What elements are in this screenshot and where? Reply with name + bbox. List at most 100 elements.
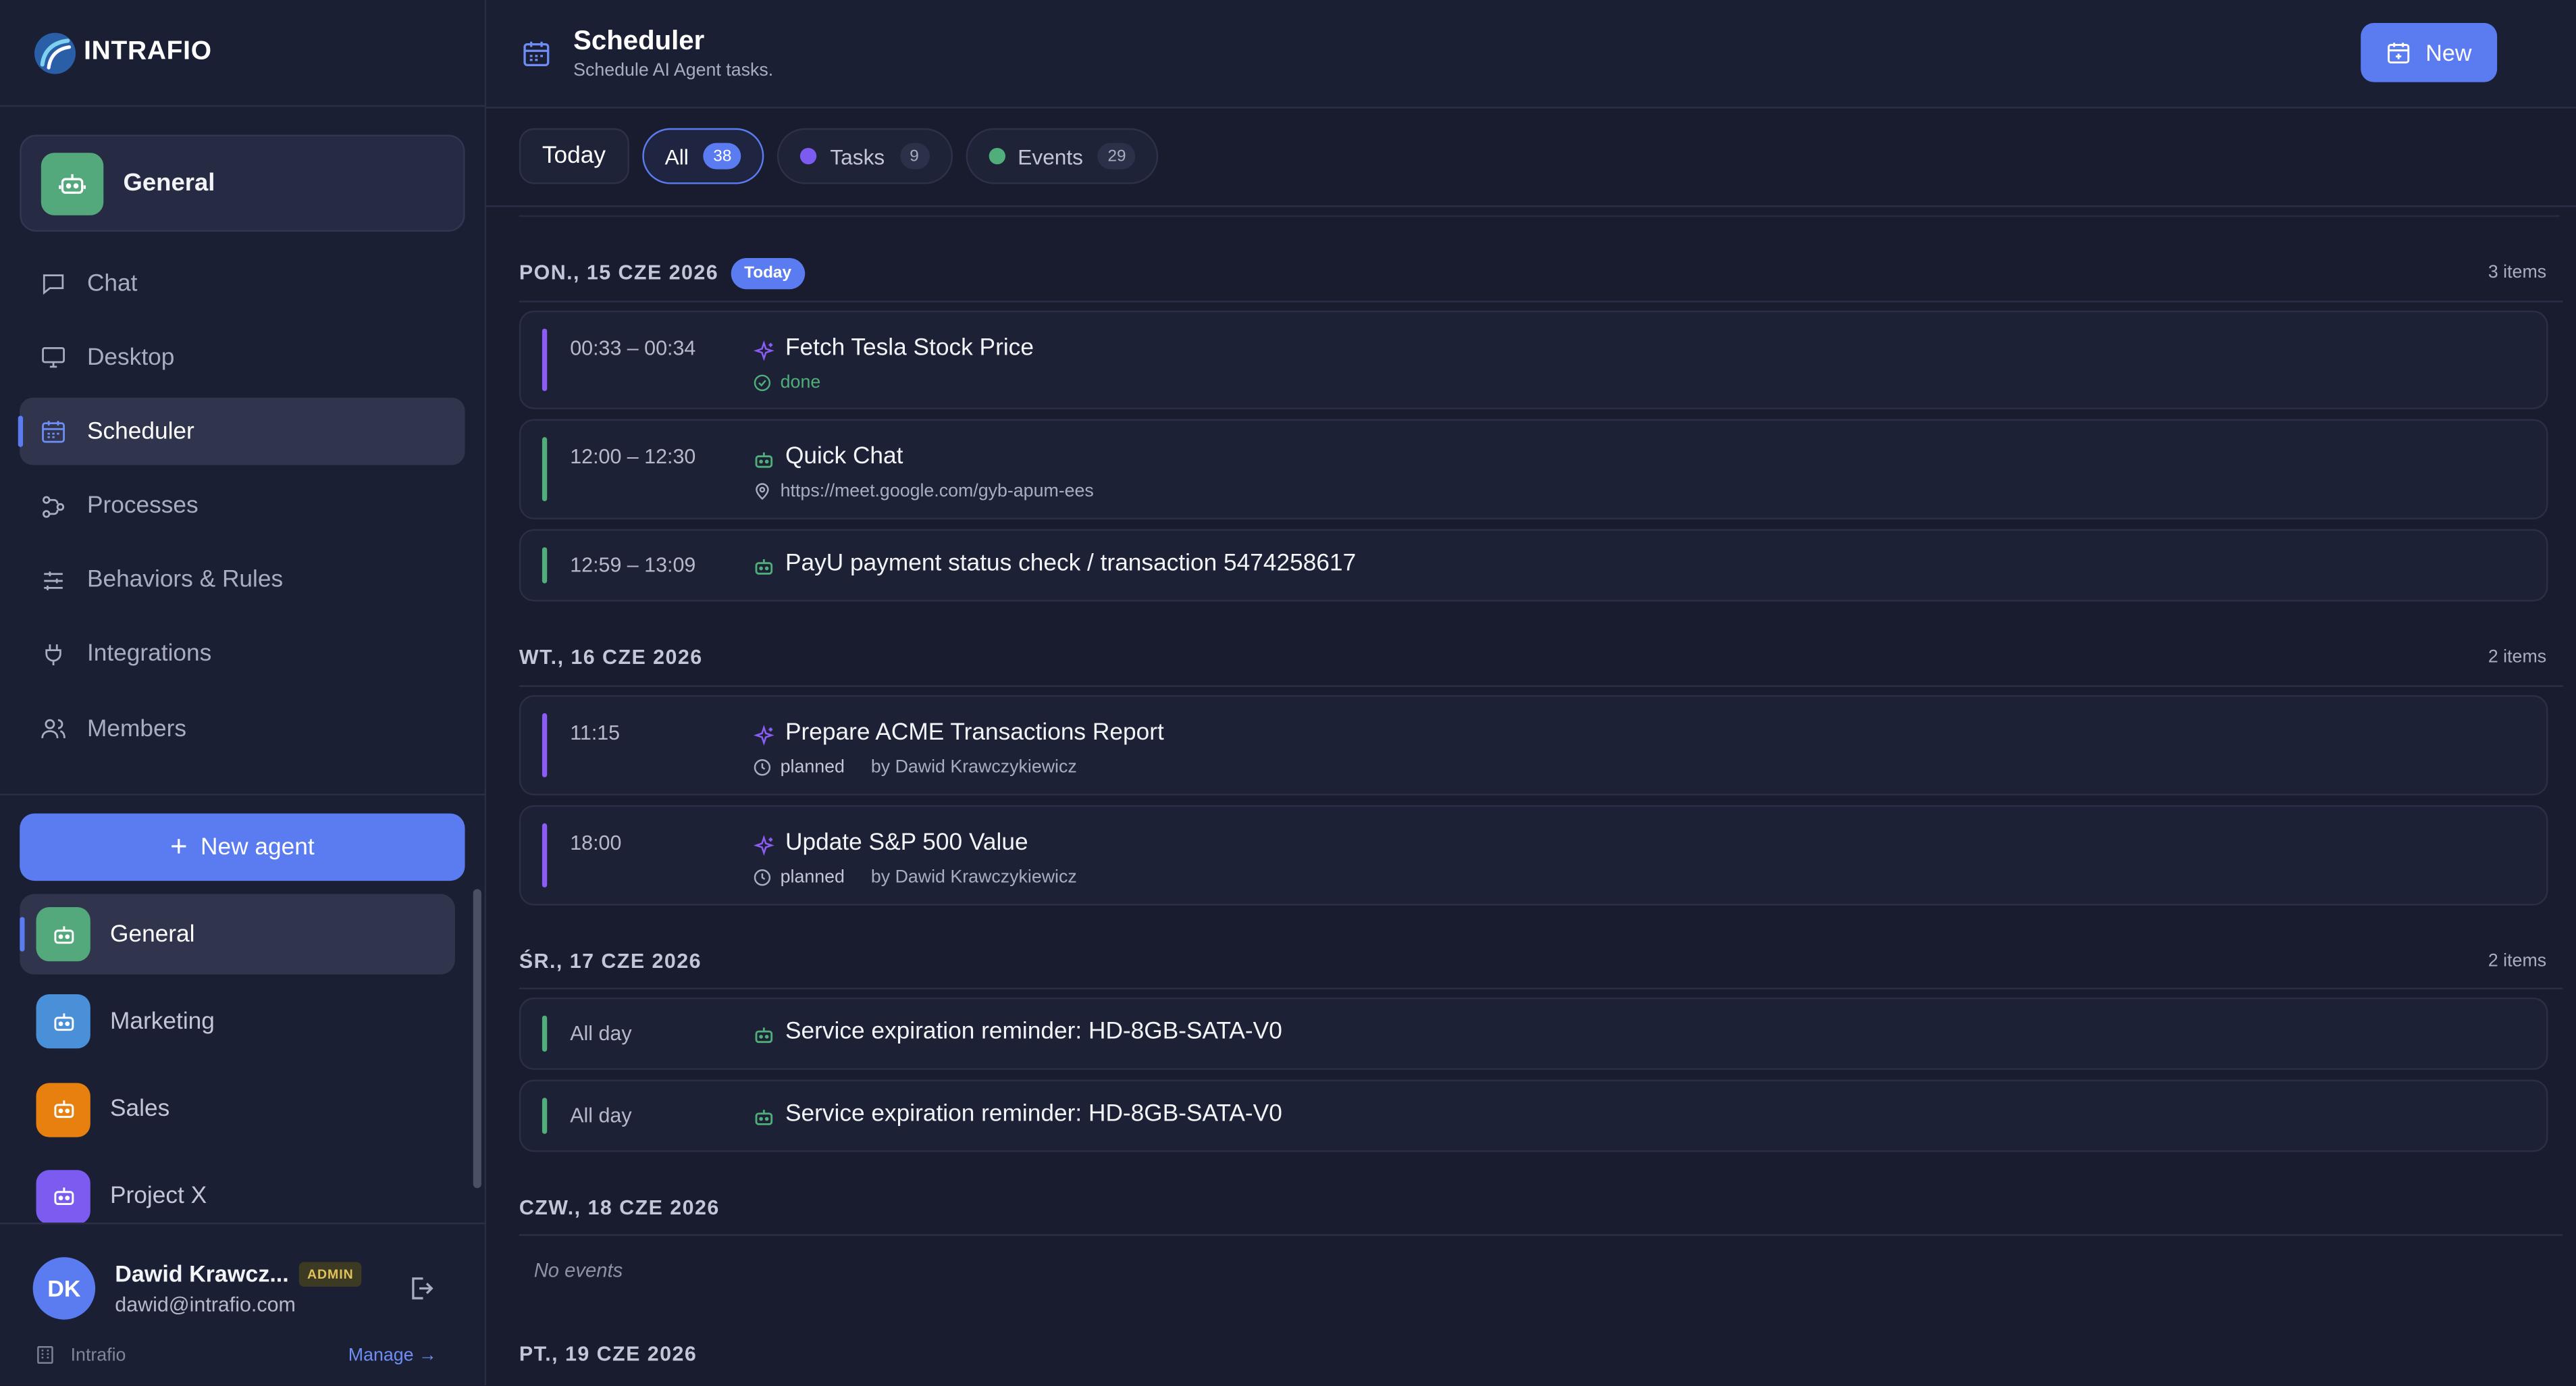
today-button[interactable]: Today bbox=[519, 128, 629, 184]
filter-events[interactable]: Events 29 bbox=[965, 128, 1159, 184]
item-time: 12:00 – 12:30 bbox=[570, 445, 696, 469]
schedule-list: PON., 15 CZE 2026 Today 3 items 00:33 – … bbox=[519, 217, 2563, 1372]
item-meta: done bbox=[752, 373, 820, 392]
agent-name: Marketing bbox=[110, 1008, 215, 1035]
schedule-item[interactable]: 00:33 – 00:34 Fetch Tesla Stock Price do… bbox=[519, 310, 2548, 409]
agent-item-marketing[interactable]: Marketing bbox=[20, 981, 455, 1062]
role-badge: ADMIN bbox=[298, 1262, 362, 1287]
plug-icon bbox=[45, 644, 61, 665]
robot-icon bbox=[755, 452, 773, 468]
schedule-item[interactable]: All day Service expiration reminder: HD-… bbox=[519, 997, 2548, 1070]
nav-item-chat[interactable]: Chat bbox=[20, 250, 465, 317]
item-title: Prepare ACME Transactions Report bbox=[785, 719, 1164, 746]
clock-icon bbox=[754, 759, 771, 776]
schedule-item[interactable]: 11:15 Prepare ACME Transactions Report p… bbox=[519, 695, 2548, 796]
schedule-item[interactable]: All day Service expiration reminder: HD-… bbox=[519, 1079, 2548, 1152]
robot-icon bbox=[36, 994, 90, 1049]
events-dot-icon bbox=[988, 147, 1005, 165]
item-title: Service expiration reminder: HD-8GB-SATA… bbox=[785, 1101, 1282, 1128]
day-label: ŚR., 17 CZE 2026 bbox=[519, 950, 702, 973]
day-header: WT., 16 CZE 2026 2 items bbox=[519, 605, 2563, 687]
logout-icon[interactable] bbox=[406, 1274, 436, 1304]
nav-label: Behaviors & Rules bbox=[86, 567, 284, 594]
filter-label: All bbox=[664, 143, 689, 169]
check-circle-icon bbox=[754, 374, 771, 392]
calendar-plus-icon bbox=[2388, 43, 2411, 63]
event-indicator bbox=[542, 437, 548, 502]
day-header: ŚR., 17 CZE 2026 2 items bbox=[519, 908, 2563, 990]
item-meta: https://meet.google.com/gyb-apum-ees bbox=[752, 482, 1094, 501]
sidebar-divider bbox=[0, 794, 485, 796]
desktop-icon bbox=[42, 347, 65, 368]
schedule-item[interactable]: 18:00 Update S&P 500 Value planned by Da… bbox=[519, 805, 2548, 906]
item-author: by Dawid Krawczykiewicz bbox=[870, 757, 1077, 777]
nav-label: Members bbox=[86, 715, 186, 742]
nav-item-behaviors-rules[interactable]: Behaviors & Rules bbox=[20, 547, 465, 615]
empty-state: No events bbox=[519, 1236, 2563, 1307]
workspace-selector[interactable]: General bbox=[20, 134, 465, 232]
user-name: Dawid Krawcz... bbox=[115, 1260, 289, 1287]
robot-icon bbox=[755, 1027, 773, 1044]
filter-label: Events bbox=[1018, 143, 1083, 169]
item-title: Fetch Tesla Stock Price bbox=[785, 335, 1034, 362]
nav-item-processes[interactable]: Processes bbox=[20, 473, 465, 540]
nav-label: Processes bbox=[86, 493, 199, 519]
robot-icon bbox=[41, 152, 104, 215]
nav-item-desktop[interactable]: Desktop bbox=[20, 324, 465, 392]
nav-label: Integrations bbox=[86, 641, 212, 668]
nav-item-members[interactable]: Members bbox=[20, 695, 465, 763]
schedule-item[interactable]: 12:59 – 13:09 PayU payment status check … bbox=[519, 529, 2548, 602]
building-icon bbox=[37, 1345, 53, 1364]
agent-name: Sales bbox=[110, 1096, 170, 1123]
user-panel: DK Dawid Krawcz... ADMIN dawid@intrafio.… bbox=[0, 1223, 485, 1385]
item-location[interactable]: https://meet.google.com/gyb-apum-ees bbox=[781, 482, 1094, 501]
day-header: PT., 19 CZE 2026 bbox=[519, 1306, 2563, 1372]
nav-item-integrations[interactable]: Integrations bbox=[20, 621, 465, 689]
day-label: WT., 16 CZE 2026 bbox=[519, 646, 703, 669]
agent-name: General bbox=[110, 921, 195, 948]
robot-icon bbox=[36, 1170, 90, 1223]
new-agent-label: New agent bbox=[201, 833, 315, 861]
brand[interactable]: INTRAFIO bbox=[0, 0, 485, 107]
agent-item-general[interactable]: General bbox=[20, 894, 455, 975]
filter-tasks[interactable]: Tasks 9 bbox=[777, 128, 952, 184]
item-time: 00:33 – 00:34 bbox=[570, 336, 696, 360]
workspace-name: General bbox=[123, 169, 215, 197]
manage-link[interactable]: Manage → bbox=[348, 1346, 437, 1366]
main-nav: Chat Desktop Scheduler Processes Behavio… bbox=[18, 250, 465, 770]
item-title: Update S&P 500 Value bbox=[785, 829, 1028, 856]
robot-icon bbox=[755, 1110, 773, 1125]
page-header: Scheduler Schedule AI Agent tasks. New bbox=[486, 0, 2576, 109]
chat-icon bbox=[43, 274, 64, 295]
sparkle-icon bbox=[753, 725, 774, 746]
nav-item-scheduler[interactable]: Scheduler bbox=[18, 398, 465, 466]
filter-all[interactable]: All 38 bbox=[641, 128, 765, 184]
item-time: 11:15 bbox=[570, 721, 621, 745]
users-icon bbox=[41, 719, 65, 739]
event-indicator bbox=[542, 1015, 548, 1052]
clock-icon bbox=[754, 869, 771, 886]
day-header: PON., 15 CZE 2026 Today 3 items bbox=[519, 217, 2563, 303]
new-button-label: New bbox=[2425, 39, 2472, 66]
sparkle-icon bbox=[753, 340, 774, 361]
page-title: Scheduler bbox=[573, 26, 705, 56]
sliders-icon bbox=[44, 571, 63, 590]
main-panel: Scheduler Schedule AI Agent tasks. New T… bbox=[486, 0, 2576, 1386]
calendar-icon bbox=[523, 41, 550, 67]
schedule-item[interactable]: 12:00 – 12:30 Quick Chat https://meet.go… bbox=[519, 419, 2548, 519]
avatar[interactable]: DK bbox=[32, 1257, 96, 1320]
day-divider bbox=[519, 301, 2563, 303]
agent-name: Project X bbox=[110, 1183, 207, 1210]
processes-icon bbox=[43, 495, 65, 517]
day-count: 2 items bbox=[2488, 647, 2547, 667]
task-indicator bbox=[542, 823, 548, 888]
agent-item-project-x[interactable]: Project X bbox=[20, 1157, 455, 1223]
filter-count: 9 bbox=[899, 143, 929, 170]
new-agent-button[interactable]: + New agent bbox=[20, 813, 465, 881]
robot-icon bbox=[36, 1082, 90, 1137]
agent-item-sales[interactable]: Sales bbox=[20, 1069, 455, 1150]
item-status: planned bbox=[780, 867, 845, 888]
task-indicator bbox=[542, 328, 548, 392]
new-button[interactable]: New bbox=[2361, 23, 2498, 82]
agent-list-scrollbar[interactable] bbox=[473, 889, 481, 1189]
